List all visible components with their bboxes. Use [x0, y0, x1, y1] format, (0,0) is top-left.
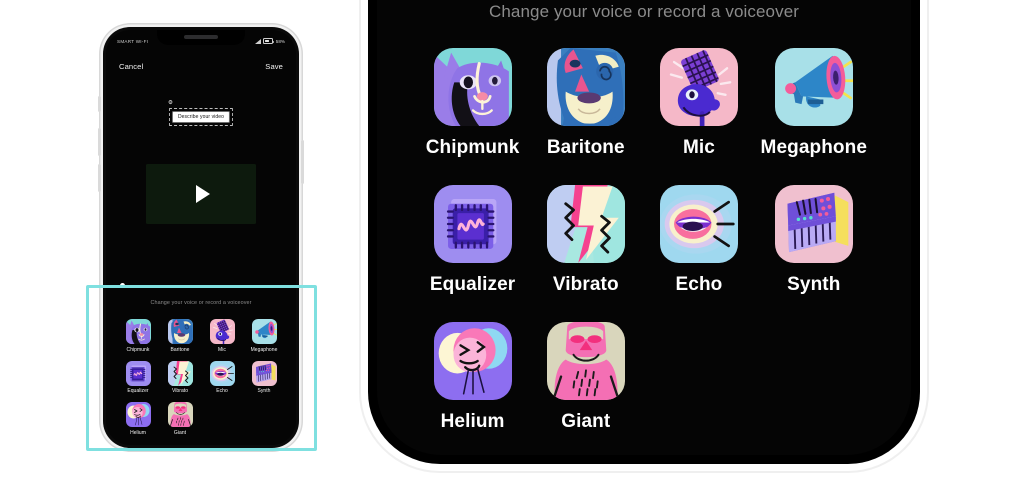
voice-effect-vibrato-large[interactable]: Vibrato [546, 185, 625, 296]
vibrato-icon[interactable] [167, 360, 193, 386]
mute-switch-button[interactable] [98, 96, 101, 112]
voice-effect-label: Chipmunk [425, 137, 520, 158]
voice-effect-label: Vibrato [552, 274, 619, 295]
equalizer-icon[interactable] [125, 360, 151, 386]
battery-percent-label: 58% [275, 38, 285, 44]
voice-effect-equalizer-small[interactable]: Equalizer [119, 360, 157, 394]
voice-effect-megaphone-large[interactable]: Megaphone [761, 48, 867, 159]
scrubber-track [120, 285, 282, 287]
voice-effect-label: Megaphone [250, 346, 278, 353]
gear-icon[interactable]: ⚙ [168, 100, 173, 106]
voice-effect-megaphone-small[interactable]: Megaphone [245, 319, 283, 353]
helium-icon[interactable] [125, 402, 151, 427]
voice-effect-label: Mic [682, 137, 715, 158]
echo-icon[interactable] [209, 360, 235, 386]
zoomed-caption: Change your voice or record a voiceover [488, 2, 800, 21]
echo-icon[interactable] [659, 185, 738, 263]
small-phone-caption: Change your voice or record a voiceover [150, 300, 252, 306]
play-icon[interactable] [195, 185, 210, 203]
voice-effect-label: Synth [257, 388, 271, 394]
notch [157, 30, 245, 45]
describe-video-tooltip-wrap: ⚙ Describe your video [168, 100, 234, 126]
voice-effect-helium-large[interactable]: Helium [433, 322, 512, 433]
voice-effect-label: Echo [216, 388, 228, 394]
cancel-button[interactable]: Cancel [119, 62, 143, 71]
timeline-scrubber[interactable] [120, 283, 282, 289]
scrubber-handle[interactable] [120, 283, 125, 288]
megaphone-icon[interactable] [774, 48, 853, 126]
voice-effect-label: Helium [440, 411, 505, 432]
earpiece-speaker [184, 35, 218, 39]
helium-icon[interactable] [433, 322, 512, 400]
describe-video-tooltip[interactable]: Describe your video [171, 111, 231, 123]
baritone-icon[interactable] [167, 319, 193, 344]
video-preview[interactable] [146, 164, 256, 224]
small-phone-screen: SMART WI-FI 58% Cancel Save ⚙ Describe y… [106, 30, 296, 445]
voice-effect-mic-large[interactable]: Mic [659, 48, 738, 159]
voice-effect-synth-large[interactable]: Synth [774, 185, 853, 296]
megaphone-icon[interactable] [251, 319, 277, 344]
voice-effect-label: Chipmunk [126, 346, 150, 353]
voice-effects-grid-large: Chipmunk Baritone Mic Megaphone Equalize… [421, 48, 867, 433]
zoomed-phone-screen: Change your voice or record a voiceover … [377, 0, 911, 455]
voice-effect-baritone-small[interactable]: Baritone [161, 319, 199, 353]
carrier-label: SMART WI-FI [117, 38, 149, 44]
power-button[interactable] [301, 140, 304, 184]
voice-effect-helium-small[interactable]: Helium [119, 402, 157, 436]
voice-effect-mic-small[interactable]: Mic [203, 319, 241, 353]
screenshot-stage: SMART WI-FI 58% Cancel Save ⚙ Describe y… [0, 0, 1024, 504]
voice-effect-chipmunk-large[interactable]: Chipmunk [426, 48, 520, 159]
voice-effect-label: Equalizer [429, 274, 516, 295]
editor-navbar: Cancel Save [106, 57, 296, 75]
voice-effect-label: Giant [173, 429, 187, 436]
mic-icon[interactable] [209, 319, 235, 344]
giant-icon[interactable] [546, 322, 625, 400]
wifi-icon [254, 38, 261, 44]
chipmunk-icon[interactable] [433, 48, 512, 126]
chipmunk-icon[interactable] [125, 319, 151, 344]
voice-effect-label: Synth [787, 274, 841, 295]
volume-down-button[interactable] [98, 164, 101, 192]
voice-effect-echo-large[interactable]: Echo [659, 185, 738, 296]
synth-icon[interactable] [774, 185, 853, 263]
voice-effect-label: Giant [561, 411, 611, 432]
voice-effect-label: Mic [218, 346, 226, 353]
voice-effect-giant-small[interactable]: Giant [161, 402, 199, 436]
voice-effect-label: Helium [130, 429, 146, 436]
baritone-icon[interactable] [546, 48, 625, 126]
voice-effect-equalizer-large[interactable]: Equalizer [430, 185, 515, 296]
mic-icon[interactable] [659, 48, 738, 126]
synth-icon[interactable] [251, 360, 277, 386]
save-button[interactable]: Save [265, 62, 283, 71]
small-phone-device: SMART WI-FI 58% Cancel Save ⚙ Describe y… [103, 27, 299, 448]
voice-effect-label: Megaphone [760, 137, 867, 158]
giant-icon[interactable] [167, 402, 193, 427]
voice-effects-grid-small: Chipmunk Baritone Mic Megaphone Equalize… [119, 319, 283, 436]
voice-effect-label: Echo [675, 274, 723, 295]
selection-dashed-box: Describe your video [168, 108, 234, 126]
equalizer-icon[interactable] [433, 185, 512, 263]
voice-effect-label: Vibrato [171, 388, 189, 394]
status-bar-right: 58% [254, 38, 285, 44]
battery-icon [263, 38, 275, 44]
voice-effect-label: Baritone [546, 137, 625, 158]
voice-effect-giant-large[interactable]: Giant [546, 322, 625, 433]
volume-up-button[interactable] [98, 128, 101, 156]
voice-effect-vibrato-small[interactable]: Vibrato [161, 360, 199, 394]
voice-effect-label: Baritone [170, 346, 190, 353]
zoomed-phone-device: Change your voice or record a voiceover … [368, 0, 920, 464]
vibrato-icon[interactable] [546, 185, 625, 263]
voice-effect-synth-small[interactable]: Synth [245, 360, 283, 394]
voice-effect-chipmunk-small[interactable]: Chipmunk [119, 319, 157, 353]
voice-effect-echo-small[interactable]: Echo [203, 360, 241, 394]
voice-effect-label: Equalizer [127, 388, 149, 394]
voice-effect-baritone-large[interactable]: Baritone [546, 48, 625, 159]
